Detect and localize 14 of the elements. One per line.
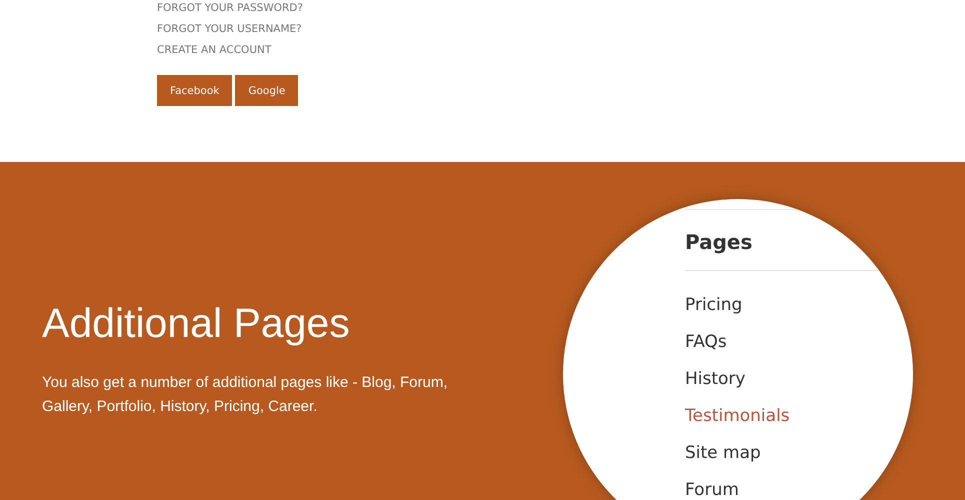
account-link[interactable]: FORGOT YOUR PASSWORD?: [157, 1, 965, 15]
menu-link[interactable]: Pricing: [685, 295, 913, 316]
menu-link[interactable]: Forum: [685, 480, 913, 500]
social-login-button[interactable]: Facebook: [157, 75, 232, 106]
menu-link[interactable]: Site map: [685, 443, 913, 464]
section-title: Additional Pages: [42, 300, 351, 347]
section-description: You also get a number of additional pages like - Blog, Forum, Gallery, Portfolio, History, Pricing, Career.: [42, 373, 449, 417]
account-link[interactable]: FORGOT YOUR USERNAME?: [157, 22, 965, 36]
social-login-button[interactable]: Google: [235, 75, 298, 106]
menu-link[interactable]: Testimonials: [685, 406, 913, 427]
account-link[interactable]: CREATE AN ACCOUNT: [157, 43, 965, 57]
menu-link[interactable]: History: [685, 369, 913, 390]
menu-title: Pages: [685, 230, 754, 254]
menu-link[interactable]: FAQs: [685, 332, 913, 353]
